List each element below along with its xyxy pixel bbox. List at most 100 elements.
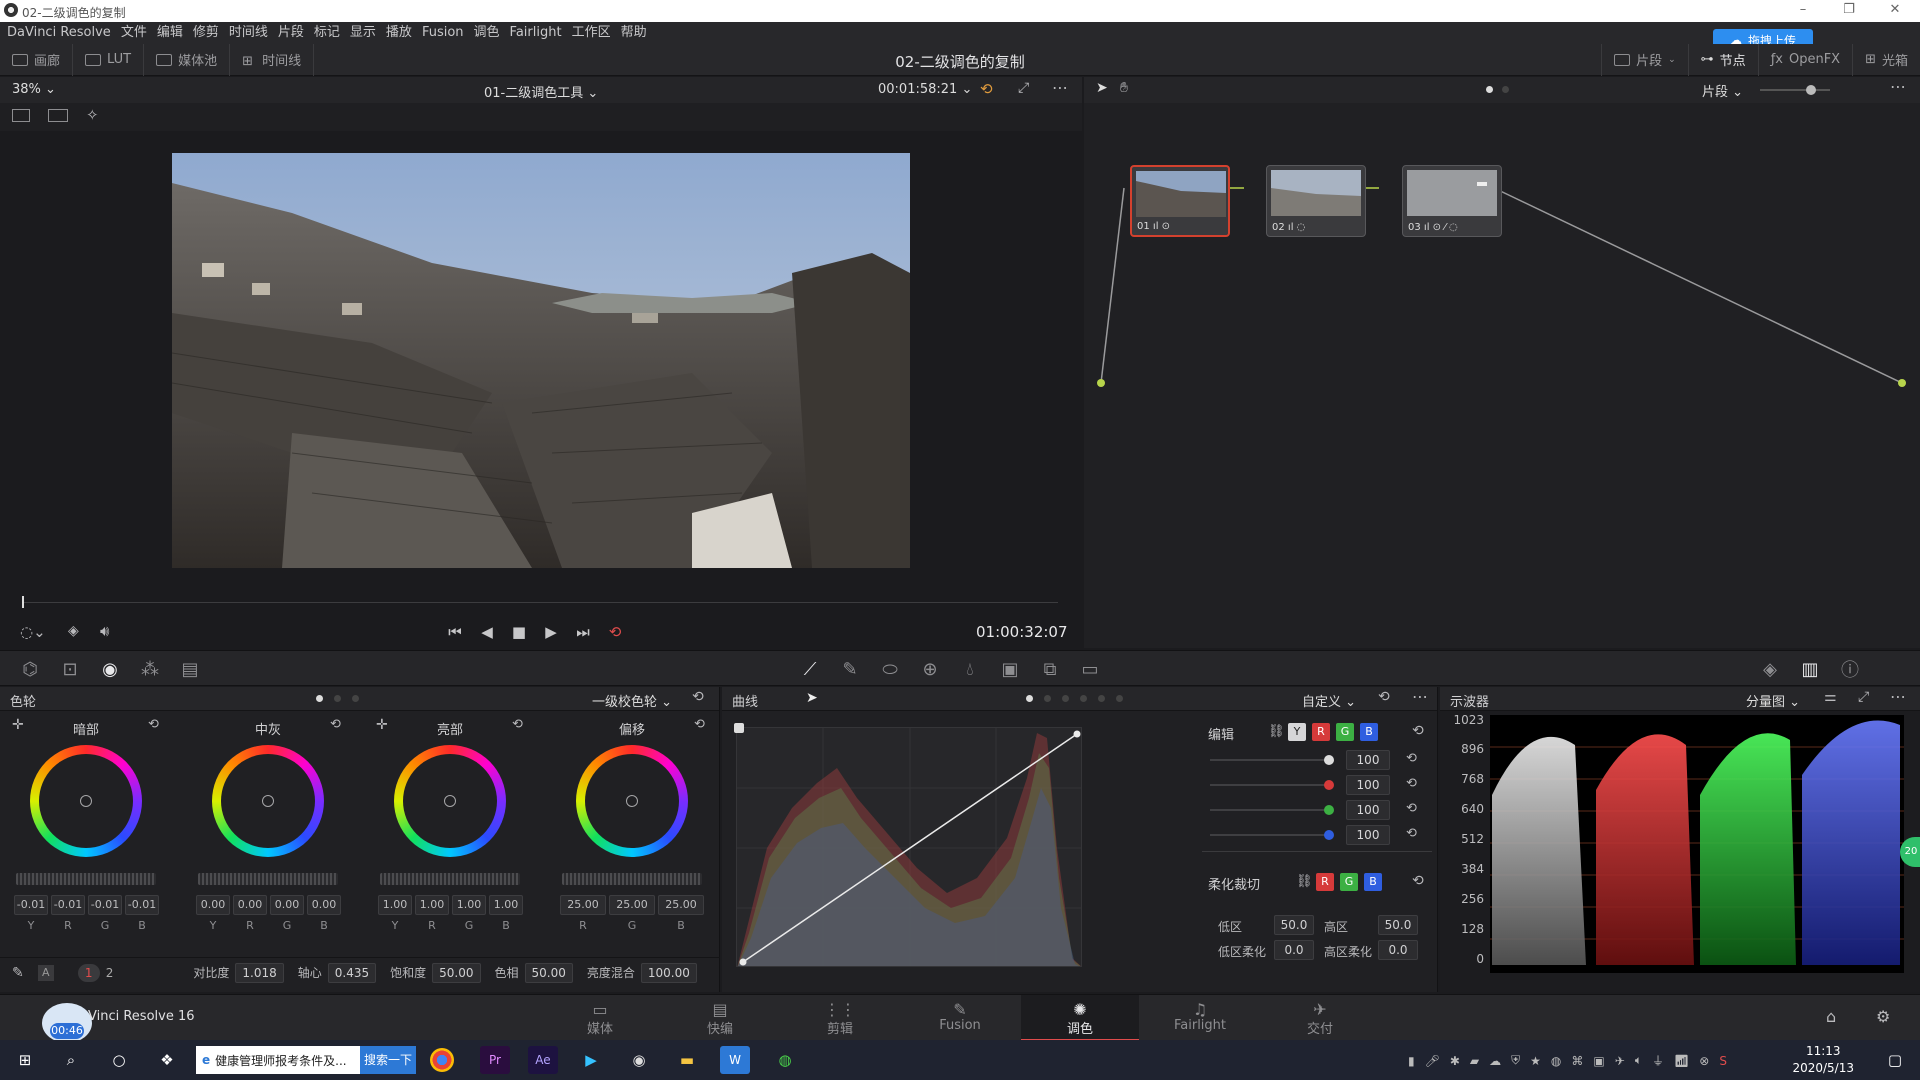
menu-davinci[interactable]: DaVinci Resolve <box>0 22 121 44</box>
page-cut[interactable]: ▤ 快编 <box>661 995 779 1041</box>
single-viewer-icon[interactable] <box>12 109 30 122</box>
y-intensity-field[interactable]: 100 <box>1346 750 1390 770</box>
source-timecode[interactable]: 00:01:58:21 ⌄ <box>878 82 972 97</box>
page-edit[interactable]: ⋮⋮ 剪辑 <box>781 995 899 1041</box>
curve-graph[interactable] <box>736 727 1082 967</box>
wheels-mode-dropdown[interactable]: 一级校色轮 ⌄ <box>592 691 672 710</box>
offset-r[interactable]: 25.00 <box>560 895 606 915</box>
viewer-more-icon[interactable]: ⋯ <box>1052 78 1068 97</box>
hue-field[interactable]: 50.00 <box>524 962 573 983</box>
nodes-button[interactable]: ⊶ 节点 <box>1689 43 1759 76</box>
lift-y[interactable]: -0.01 <box>14 895 48 915</box>
hand-icon[interactable]: ✋︎ <box>1120 80 1128 96</box>
gamma-master-wheel[interactable] <box>198 873 338 885</box>
scopes-icon[interactable]: ▥ <box>1790 651 1830 687</box>
tray-close-icon[interactable]: ⊗ <box>1699 1054 1709 1068</box>
gain-b[interactable]: 1.00 <box>489 895 523 915</box>
page-color[interactable]: ✺ 调色 <box>1021 995 1139 1041</box>
openfx-button[interactable]: ƒx OpenFX <box>1759 43 1854 76</box>
key-icon[interactable]: ▣ <box>990 651 1030 687</box>
node-02[interactable]: 02 ıl ◌ <box>1266 165 1366 237</box>
channel-y-toggle[interactable]: Y <box>1288 723 1306 741</box>
play-icon[interactable]: ▶ <box>538 619 564 645</box>
layers-icon[interactable]: ◈ <box>68 623 79 639</box>
gain-wheel[interactable] <box>394 745 506 857</box>
soft-clip-link-icon[interactable]: ⛓ <box>1296 874 1313 889</box>
channel-g-toggle[interactable]: G <box>1336 723 1354 741</box>
search-button[interactable]: 搜索一下 <box>360 1046 416 1074</box>
tracker-icon[interactable]: ⊕ <box>910 651 950 687</box>
menu-timeline[interactable]: 时间线 <box>229 22 278 44</box>
premiere-icon[interactable]: Pr <box>480 1046 510 1074</box>
pointer-icon[interactable]: ➤ <box>1096 80 1108 96</box>
auto-icon[interactable]: A <box>37 964 54 981</box>
sizing-icon[interactable]: ⧉ <box>1030 651 1070 687</box>
wifi-icon[interactable]: 📶︎ <box>1674 1054 1689 1068</box>
pivot-field[interactable]: 0.435 <box>327 962 377 983</box>
soft-clip-reset-icon[interactable]: ⟲ <box>1412 873 1424 889</box>
loop-icon[interactable]: ⟲ <box>602 619 628 645</box>
mic-icon[interactable]: 🎤︎ <box>1425 1054 1440 1068</box>
menu-edit[interactable]: 编辑 <box>157 22 193 44</box>
tray-green-icon[interactable]: ▰ <box>1470 1054 1479 1068</box>
g-intensity-field[interactable]: 100 <box>1346 800 1390 820</box>
offset-b[interactable]: 25.00 <box>658 895 704 915</box>
camera-raw-icon[interactable]: ⌬ <box>10 651 50 687</box>
page-dot[interactable] <box>1080 695 1087 702</box>
scope-settings-icon[interactable]: ⚌ <box>1824 689 1837 705</box>
rgb-mixer-icon[interactable]: ⁂ <box>130 651 170 687</box>
menu-fusion[interactable]: Fusion <box>422 22 474 44</box>
gain-y[interactable]: 1.00 <box>378 895 412 915</box>
scope-more-icon[interactable]: ⋯ <box>1890 687 1906 706</box>
fullscreen-icon[interactable]: ⤢ <box>1018 80 1029 96</box>
timeline-scrubber[interactable] <box>0 586 1082 616</box>
after-effects-icon[interactable]: Ae <box>528 1046 558 1074</box>
gamma-y[interactable]: 0.00 <box>196 895 230 915</box>
sogou-icon[interactable]: S <box>1719 1054 1727 1068</box>
home-icon[interactable]: ⌂ <box>1826 1007 1836 1026</box>
media-player-icon[interactable]: ▶ <box>576 1046 606 1074</box>
b-intensity-slider[interactable] <box>1324 830 1334 840</box>
skip-to-end-icon[interactable]: ⏭ <box>570 619 596 645</box>
auto-balance-icon[interactable]: ✎ <box>12 965 24 981</box>
node-03[interactable]: 03 ıl ⊙ ⁄ ◌ <box>1402 165 1502 237</box>
page-dot-active[interactable] <box>1486 86 1493 93</box>
tray-cloud-icon[interactable]: ☁ <box>1489 1054 1501 1068</box>
play-reverse-icon[interactable]: ◀ <box>474 619 500 645</box>
battery-icon[interactable]: ▮ <box>1408 1054 1415 1068</box>
reset-icon[interactable]: ⟲ <box>1406 826 1417 841</box>
page-dot[interactable] <box>334 695 341 702</box>
page-dot[interactable] <box>1098 695 1105 702</box>
lum-mix-field[interactable]: 100.00 <box>640 962 697 983</box>
gallery-button[interactable]: 画廊 <box>0 43 74 76</box>
settings-gear-icon[interactable]: ⚙ <box>1876 1007 1890 1026</box>
wechat-icon[interactable]: ◍ <box>770 1046 800 1074</box>
magic-wand-icon[interactable]: ✧ <box>86 106 99 124</box>
reset-icon[interactable]: ⟲ <box>512 717 523 732</box>
viewer-mode-icon[interactable]: ◌⌄ <box>20 623 46 641</box>
menu-playback[interactable]: 播放 <box>386 22 422 44</box>
tray-app-icon[interactable]: ✱ <box>1450 1054 1460 1068</box>
soft-b-toggle[interactable]: B <box>1364 873 1382 891</box>
reset-icon[interactable]: ⟲ <box>330 717 341 732</box>
page-fairlight[interactable]: ♫ Fairlight <box>1141 995 1259 1041</box>
channel-r-toggle[interactable]: R <box>1312 723 1330 741</box>
node-01[interactable]: 01 ıl ⊙ <box>1130 165 1230 237</box>
scope-expand-icon[interactable]: ⤢ <box>1858 689 1869 705</box>
soft-g-toggle[interactable]: G <box>1340 873 1358 891</box>
stills-icon[interactable]: ◈ <box>1750 651 1790 687</box>
lift-master-wheel[interactable] <box>16 873 156 885</box>
menu-mark[interactable]: 标记 <box>314 22 350 44</box>
tray-display-icon[interactable]: ▣ <box>1593 1054 1604 1068</box>
low-field[interactable]: 50.0 <box>1274 915 1314 935</box>
usb-icon[interactable]: ⏚ <box>1652 1052 1664 1069</box>
tray-star-icon[interactable]: ★ <box>1530 1054 1541 1068</box>
page-dot-active[interactable] <box>1026 695 1033 702</box>
picker-icon[interactable]: ✛ <box>376 717 388 733</box>
link-icon[interactable]: ⛓ <box>1268 724 1285 739</box>
menu-workspace[interactable]: 工作区 <box>572 22 621 44</box>
b-intensity-field[interactable]: 100 <box>1346 825 1390 845</box>
page-dot-active[interactable] <box>316 695 323 702</box>
tray-wechat-icon[interactable]: ◍ <box>1551 1054 1561 1068</box>
y-intensity-slider[interactable] <box>1324 755 1334 765</box>
